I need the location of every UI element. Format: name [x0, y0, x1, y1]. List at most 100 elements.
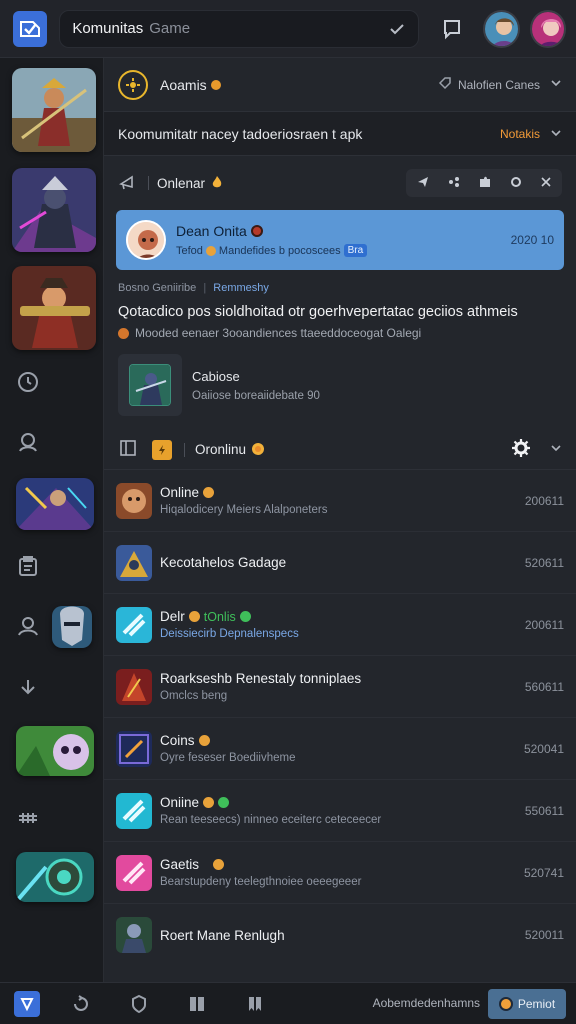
lightning-icon[interactable]	[152, 439, 172, 460]
brand-name: Komunitas	[72, 20, 144, 37]
book-icon[interactable]	[186, 993, 208, 1015]
banner-action-link[interactable]: Notakis	[500, 127, 540, 141]
status-badge	[203, 487, 215, 498]
settings-icon[interactable]	[510, 176, 522, 191]
coin-icon	[210, 79, 221, 90]
layout-icon[interactable]	[118, 438, 138, 461]
sun-icon	[118, 69, 148, 100]
list-item[interactable]: Delr tOnlis Deissiecirb Depnalenspecs 20…	[104, 594, 576, 656]
member-list: Online Hiqalodicery Meiers Alalponeters …	[104, 470, 576, 966]
user-icon[interactable]	[16, 614, 40, 638]
bookmark-icon[interactable]	[244, 993, 266, 1015]
section-header: Aoamis Nalofien Canes	[104, 58, 576, 112]
highlighted-message[interactable]: Dean Onita Tefod Mandefides b pocoscees …	[116, 210, 564, 270]
message-subtitle-rest: Mandefides b pocoscees	[218, 244, 341, 257]
avatar-secondary[interactable]	[529, 9, 566, 48]
download-icon[interactable]	[16, 676, 40, 700]
close-icon[interactable]	[540, 176, 552, 191]
list-item-subtitle: Bearstupdeny teelegthnoiee oeeegeeer	[160, 876, 362, 888]
list-item[interactable]: Oniine Rean teeseecs) ninneo eceiterc ce…	[104, 780, 576, 842]
status-badge	[250, 225, 263, 237]
tag-icon	[438, 76, 452, 93]
avatar	[126, 220, 166, 260]
check-icon[interactable]	[388, 20, 406, 38]
game-tile-creature[interactable]	[16, 726, 94, 776]
avatar[interactable]	[483, 9, 520, 48]
list-item-subtitle: Deissiecirb Depnalenspecs	[160, 628, 299, 640]
clipboard-icon[interactable]	[16, 554, 40, 578]
list-item-subtitle: Hiqalodicery Meiers Alalponeters	[160, 504, 328, 516]
gear-icon	[118, 327, 129, 339]
gem-icon	[218, 797, 230, 808]
chevron-down-icon[interactable]	[550, 442, 562, 457]
meta-left: Bosno Geniiribe	[118, 282, 197, 294]
pin-icon[interactable]	[416, 175, 430, 192]
search-input[interactable]	[149, 20, 389, 37]
list-header: Oronlinu	[104, 430, 576, 470]
card-title: Cabiose	[192, 368, 240, 384]
message-time: 2020 10	[510, 233, 554, 247]
game-tile-warrior[interactable]	[12, 68, 96, 152]
card-thumbnail	[118, 354, 182, 416]
game-tile-knight[interactable]	[52, 606, 92, 648]
flame-icon	[250, 440, 266, 459]
list-item-avatar	[116, 544, 152, 581]
list-item-title: Kecotahelos Gadage	[160, 555, 287, 570]
list-item-title: Roert Mane Renlugh	[160, 927, 285, 943]
clock-icon[interactable]	[16, 370, 40, 394]
list-item[interactable]: Online Hiqalodicery Meiers Alalponeters …	[104, 470, 576, 532]
list-item-title: Oniine	[160, 795, 200, 810]
post-meta: Bosno Geniiribe | Remmeshy	[118, 282, 269, 294]
tag-chip: Bra	[343, 244, 368, 257]
list-item-avatar	[116, 792, 152, 829]
list-item-title: Coins	[160, 733, 195, 748]
list-item-subtitle: Rean teeseecs) ninneo eceiterc ceteceece…	[160, 814, 382, 826]
chat-user-icon[interactable]	[16, 430, 40, 454]
game-tile-armor[interactable]	[12, 168, 96, 252]
share-icon[interactable]	[448, 176, 460, 191]
shield-icon[interactable]	[128, 993, 150, 1015]
game-tile-orb[interactable]	[16, 852, 94, 902]
attachment-card[interactable]: Cabiose Oaiiose boreaiidebate 90	[118, 354, 562, 416]
app-logo-icon[interactable]	[13, 10, 48, 47]
main-panel: Aoamis Nalofien Canes Koomumitatr nacey …	[104, 58, 576, 982]
list-item[interactable]: Roarkseshb Renestaly tonniplaes Omclcs b…	[104, 656, 576, 718]
list-header-label: Oronlinu	[195, 442, 247, 457]
list-item-time: 200611	[524, 493, 564, 508]
list-item-avatar	[116, 730, 152, 767]
game-tile-mage[interactable]	[16, 478, 94, 530]
list-item[interactable]: Roert Mane Renlugh 520011	[104, 904, 576, 966]
list-item-time: 560611	[524, 679, 564, 694]
refresh-icon[interactable]	[70, 993, 92, 1015]
top-bar: Komunitas	[0, 0, 576, 58]
flame-icon	[210, 175, 224, 192]
list-item[interactable]: Kecotahelos Gadage 520611	[104, 532, 576, 594]
list-item-time: 520741	[523, 865, 564, 880]
thread-label: Onlenar	[157, 175, 206, 191]
megaphone-icon[interactable]	[118, 172, 138, 195]
home-icon[interactable]	[14, 991, 40, 1017]
post-subtitle-row: Mooded eenaer 3ooandiences ttaeeddoceoga…	[104, 320, 576, 340]
section-name: Aoamis	[160, 76, 207, 93]
message-subtitle: Tefod	[176, 244, 203, 257]
list-item[interactable]: Gaetis Bearstupdeny teelegthnoiee oeeege…	[104, 842, 576, 904]
search-box[interactable]: Komunitas	[59, 9, 420, 48]
action-button-label: Pemiot	[517, 997, 556, 1011]
puzzle-icon[interactable]	[478, 175, 492, 192]
chevron-down-icon[interactable]	[550, 77, 562, 92]
thread-header: Onlenar	[104, 156, 576, 210]
meta-right-link[interactable]: Remmeshy	[213, 282, 269, 294]
list-item-title: Online	[160, 485, 200, 500]
list-item-time: 550611	[524, 803, 564, 818]
online-tag: tOnlis	[203, 609, 236, 624]
compass-icon	[498, 997, 513, 1011]
filter-dropdown[interactable]: Nalofien Canes	[458, 78, 540, 92]
game-tile-gunner[interactable]	[12, 266, 96, 350]
gear-icon[interactable]	[510, 437, 532, 462]
message-icon[interactable]	[441, 18, 463, 40]
friends-icon[interactable]	[16, 806, 40, 830]
list-item[interactable]: Coins Oyre feseser Boediivheme 520041	[104, 718, 576, 780]
post-title: Qotacdico pos sioldhoitad otr goerhveper…	[118, 304, 518, 320]
chevron-down-icon[interactable]	[550, 126, 562, 142]
action-button[interactable]: Pemiot	[488, 989, 566, 1019]
